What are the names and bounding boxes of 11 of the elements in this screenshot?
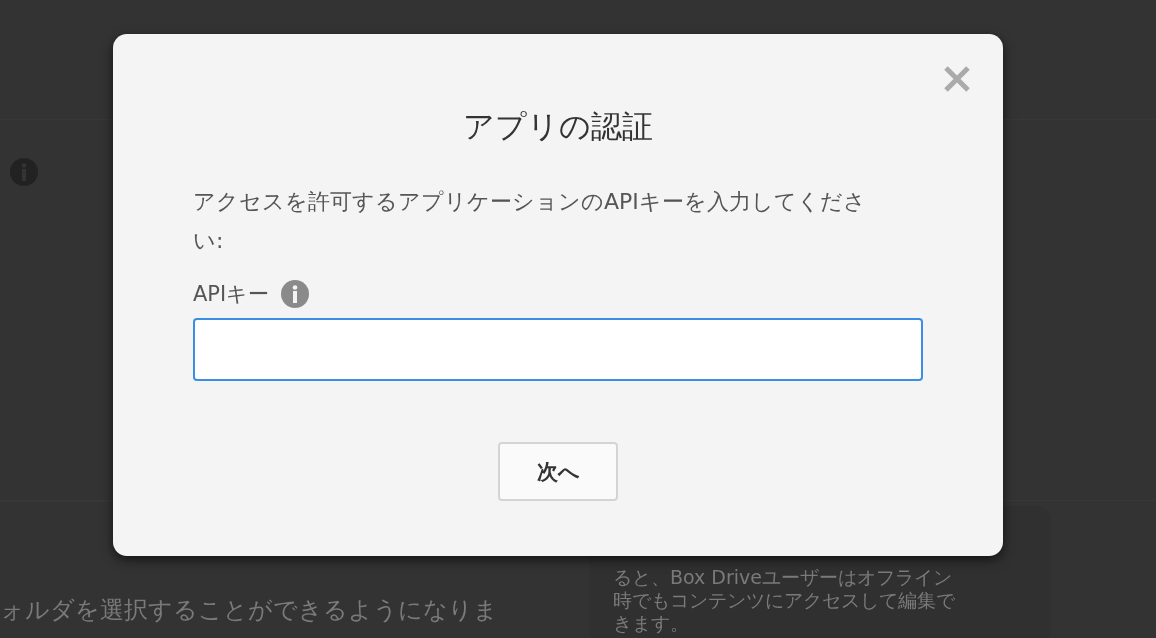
dialog-description: アクセスを許可するアプリケーションのAPIキーを入力してください: xyxy=(193,188,867,255)
api-key-field[interactable] xyxy=(193,318,923,381)
close-icon[interactable] xyxy=(943,65,971,93)
hint-text: きます。 xyxy=(613,612,690,635)
next-button[interactable]: 次へ xyxy=(498,442,618,501)
field-label: APIキー xyxy=(193,281,270,308)
description-text: ォルダを選択することができるようになりま xyxy=(0,596,498,624)
dialog-title: アプリの認証 xyxy=(463,107,653,146)
info-icon[interactable] xyxy=(281,280,310,308)
hint-text: ると、Box Driveユーザーはオフライン xyxy=(613,566,953,589)
hint-text: 時でもコンテンツにアクセスして編集で xyxy=(613,589,956,612)
